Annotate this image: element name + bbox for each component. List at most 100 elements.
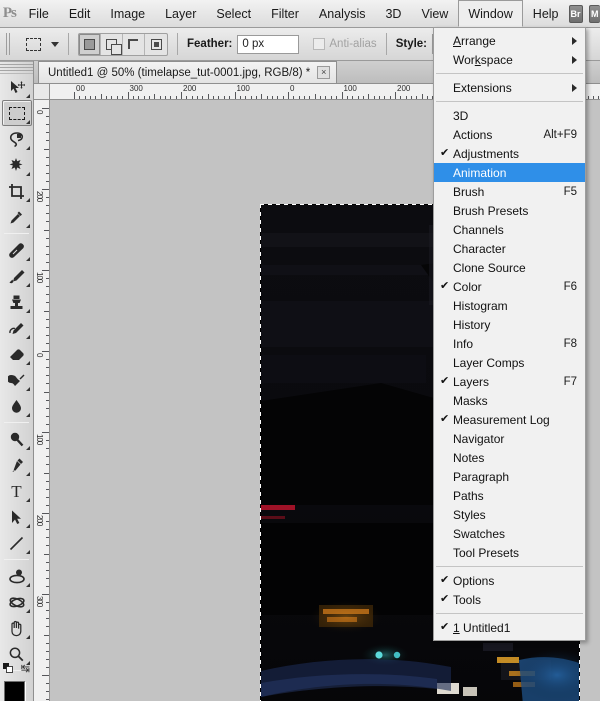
menu-item-tool-presets[interactable]: Tool Presets [434, 543, 585, 562]
ruler-tick [197, 96, 199, 99]
menu-window[interactable]: Window [458, 0, 523, 27]
menu-item-paths[interactable]: Paths [434, 486, 585, 505]
ruler-tick [357, 96, 359, 99]
three-d-rotate-tool[interactable] [2, 563, 32, 589]
menu-select[interactable]: Select [206, 0, 261, 28]
menu-item-extensions[interactable]: Extensions [434, 78, 585, 97]
menu-item-channels[interactable]: Channels [434, 220, 585, 239]
foreground-color-swatch[interactable] [4, 681, 25, 701]
ruler-tick [207, 94, 209, 99]
history-brush-tool[interactable] [2, 315, 32, 341]
menu-item-swatches[interactable]: Swatches [434, 524, 585, 543]
healing-brush-tool[interactable] [2, 237, 32, 263]
menu-help[interactable]: Help [523, 0, 569, 28]
ruler-tick [46, 569, 49, 571]
checkmark-icon: ✔ [440, 375, 450, 387]
ruler-tick [239, 96, 241, 99]
menu-item-animation[interactable]: Animation [434, 163, 585, 182]
menu-item-masks[interactable]: Masks [434, 391, 585, 410]
menu-item-layers[interactable]: ✔ Layers F7 [434, 372, 585, 391]
move-tool[interactable] [2, 74, 32, 100]
menu-item-actions[interactable]: Actions Alt+F9 [434, 125, 585, 144]
menu-item-arrange[interactable]: Arrange [434, 31, 585, 50]
menu-3d[interactable]: 3D [375, 0, 411, 28]
magic-wand-tool[interactable] [2, 152, 32, 178]
lasso-tool[interactable] [2, 126, 32, 152]
three-d-orbit-tool[interactable] [2, 589, 32, 615]
menu-item-history[interactable]: History [434, 315, 585, 334]
options-bar-grip[interactable] [6, 33, 12, 55]
menu-item-layer-comps[interactable]: Layer Comps [434, 353, 585, 372]
bridge-button[interactable]: Br [568, 4, 583, 23]
menu-item-tools[interactable]: ✔ Tools [434, 590, 585, 609]
document-tab[interactable]: Untitled1 @ 50% (timelapse_tut-0001.jpg,… [38, 61, 338, 83]
menu-item-info[interactable]: Info F8 [434, 334, 585, 353]
ruler-tick [271, 96, 273, 99]
menu-item-workspace[interactable]: Workspace [434, 50, 585, 69]
ruler-tick [411, 96, 413, 99]
tool-preset-chevron-down-icon[interactable] [51, 41, 59, 47]
dodge-tool[interactable] [2, 426, 32, 452]
swap-colors-icon[interactable]: ↹ [21, 662, 30, 675]
brush-tool[interactable] [2, 263, 32, 289]
menu-item-label: Tools [453, 592, 482, 607]
type-tool[interactable]: T [2, 478, 32, 504]
menu-image[interactable]: Image [100, 0, 155, 28]
crop-tool[interactable] [2, 178, 32, 204]
ruler-tick [587, 96, 589, 99]
menu-item-adjustments[interactable]: ✔ Adjustments [434, 144, 585, 163]
clone-stamp-tool[interactable] [2, 289, 32, 315]
ruler-tick [46, 261, 49, 263]
ruler-tick [46, 529, 49, 531]
new-selection-button[interactable] [79, 33, 101, 55]
ruler-tick [46, 456, 49, 458]
menu-item-navigator[interactable]: Navigator [434, 429, 585, 448]
menu-view[interactable]: View [411, 0, 458, 28]
path-selection-tool[interactable] [2, 504, 32, 530]
menu-item-character[interactable]: Character [434, 239, 585, 258]
menu-filter[interactable]: Filter [261, 0, 309, 28]
ruler-tick [148, 96, 150, 99]
menu-item-options[interactable]: ✔ Options [434, 571, 585, 590]
menu-item-notes[interactable]: Notes [434, 448, 585, 467]
menu-layer[interactable]: Layer [155, 0, 206, 28]
line-tool[interactable] [2, 530, 32, 556]
blur-tool[interactable] [2, 393, 32, 419]
pen-tool[interactable] [2, 452, 32, 478]
menu-item-brush-presets[interactable]: Brush Presets [434, 201, 585, 220]
menu-item-paragraph[interactable]: Paragraph [434, 467, 585, 486]
menu-item-measurement-log[interactable]: ✔ Measurement Log [434, 410, 585, 429]
feather-input[interactable]: 0 px [237, 34, 300, 54]
eyedropper-tool[interactable] [2, 204, 32, 230]
gradient-tool[interactable] [2, 367, 32, 393]
menu-edit[interactable]: Edit [59, 0, 101, 28]
eraser-tool[interactable] [2, 341, 32, 367]
menu-item-color[interactable]: ✔ Color F6 [434, 277, 585, 296]
default-colors-icon[interactable] [3, 663, 13, 673]
anti-alias-checkbox[interactable] [313, 38, 326, 50]
subtract-from-selection-button[interactable] [123, 33, 145, 55]
intersect-with-selection-button[interactable] [145, 34, 167, 55]
photoshop-logo: Ps [2, 5, 17, 21]
mini-bridge-button[interactable]: M [588, 4, 600, 23]
ruler-tick [427, 96, 429, 99]
rectangular-marquee-tool[interactable] [1, 100, 32, 126]
menu-item-3d[interactable]: 3D [434, 106, 585, 125]
menu-item-histogram[interactable]: Histogram [434, 296, 585, 315]
menu-item-brush[interactable]: Brush F5 [434, 182, 585, 201]
ruler-tick [46, 221, 49, 223]
toolbox-grip[interactable] [0, 61, 33, 74]
ruler-corner[interactable] [34, 84, 50, 100]
menu-item-styles[interactable]: Styles [434, 505, 585, 524]
active-tool-preview-icon[interactable] [20, 33, 46, 55]
vertical-ruler[interactable]: 0 200 100 0 100 200 300 [34, 100, 50, 701]
menu-file[interactable]: File [19, 0, 59, 28]
menu-analysis[interactable]: Analysis [309, 0, 376, 28]
menu-item-1-untitled1[interactable]: ✔ 1 Untitled1 [434, 618, 585, 637]
close-icon[interactable]: × [317, 66, 331, 79]
menu-item-clone-source[interactable]: Clone Source [434, 258, 585, 277]
hand-tool[interactable] [2, 615, 32, 641]
ruler-tick [330, 96, 332, 99]
ruler-tick [95, 96, 97, 99]
add-to-selection-button[interactable] [101, 33, 123, 55]
